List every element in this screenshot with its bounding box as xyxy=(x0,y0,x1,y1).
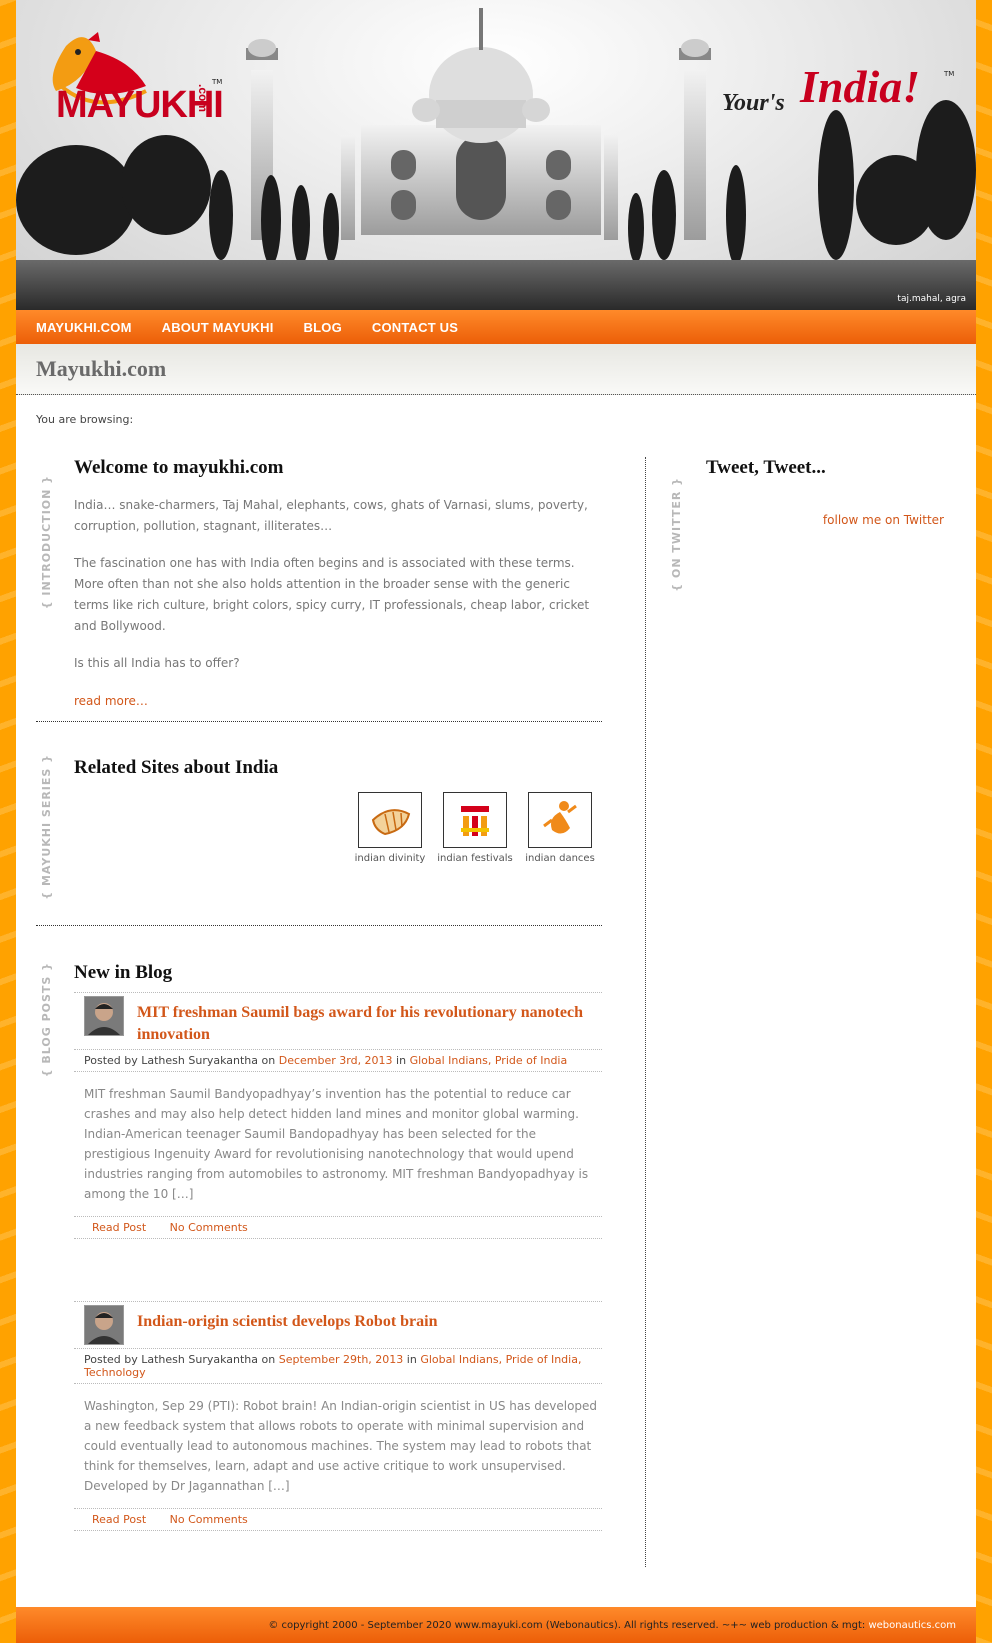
main-column: { INTRODUCTION } Welcome to mayukhi.com … xyxy=(36,457,602,1531)
twitter-vertical-label: { ON TWITTER } xyxy=(670,477,683,592)
logo-suffix: .com xyxy=(196,84,210,113)
background-swirl-right xyxy=(976,0,992,1643)
tagline-small: Your's xyxy=(722,90,785,116)
post-title-link[interactable]: MIT freshman Saumil bags award for his r… xyxy=(137,1002,602,1046)
background-swirl-left xyxy=(0,0,16,1643)
header-banner: MAYUKHI .com TM Your's India! TM taj.mah… xyxy=(16,0,976,310)
title-bar: Mayukhi.com xyxy=(16,344,976,395)
post-actions: Read Post No Comments xyxy=(74,1216,602,1239)
related-site-label: indian festivals xyxy=(437,853,513,864)
post-date-link[interactable]: September 29th, 2013 xyxy=(279,1353,404,1366)
footer-text: © copyright 2000 - September 2020 www.ma… xyxy=(268,1620,956,1631)
intro-heading: Welcome to mayukhi.com xyxy=(74,457,284,478)
tagline: Your's India! TM xyxy=(722,60,962,130)
twitter-heading: Tweet, Tweet... xyxy=(706,457,826,478)
post-meta: Posted by Lathesh Suryakantha on Septemb… xyxy=(74,1349,602,1384)
blog-post: Indian-origin scientist develops Robot b… xyxy=(74,1301,602,1531)
post-excerpt: Washington, Sep 29 (PTI): Robot brain! A… xyxy=(84,1399,598,1493)
mayukhi-logo[interactable]: MAYUKHI .com TM xyxy=(36,26,236,136)
dancer-icon[interactable] xyxy=(528,792,592,848)
nav-item-home[interactable]: MAYUKHI.COM xyxy=(36,320,132,335)
main-nav: MAYUKHI.COM ABOUT MAYUKHI BLOG CONTACT U… xyxy=(16,310,976,344)
related-site-divinity[interactable]: indian divinity xyxy=(348,792,432,864)
conch-icon[interactable] xyxy=(358,792,422,848)
intro-section: { INTRODUCTION } Welcome to mayukhi.com … xyxy=(36,457,602,721)
read-post-link[interactable]: Read Post xyxy=(92,1221,146,1234)
twitter-section: { ON TWITTER } Tweet, Tweet... follow me… xyxy=(666,457,956,592)
blog-vertical-label: { BLOG POSTS } xyxy=(40,962,53,1078)
tagline-big: India! xyxy=(800,61,921,112)
post-author: Posted by Lathesh Suryakantha on xyxy=(84,1054,279,1067)
follow-twitter-link[interactable]: follow me on Twitter xyxy=(823,513,944,527)
nav-item-about[interactable]: ABOUT MAYUKHI xyxy=(162,320,274,335)
intro-paragraph-2: The fascination one has with India often… xyxy=(74,556,590,633)
related-sites-list: indian divinity indian festivals indian … xyxy=(347,792,602,864)
tagline-tm: TM xyxy=(944,70,955,78)
post-header: MIT freshman Saumil bags award for his r… xyxy=(74,992,602,1050)
comments-link[interactable]: No Comments xyxy=(170,1221,248,1234)
related-site-label: indian dances xyxy=(525,853,595,864)
post-categories-link[interactable]: Global Indians, Pride of India xyxy=(410,1054,568,1067)
sidebar: { ON TWITTER } Tweet, Tweet... follow me… xyxy=(666,457,956,592)
nav-item-contact[interactable]: CONTACT US xyxy=(372,320,458,335)
post-in: in xyxy=(392,1054,410,1067)
nav-item-blog[interactable]: BLOG xyxy=(304,320,342,335)
post-actions: Read Post No Comments xyxy=(74,1508,602,1531)
image-caption: taj.mahal, agra xyxy=(897,294,966,304)
post-date-link[interactable]: December 3rd, 2013 xyxy=(279,1054,393,1067)
read-post-link[interactable]: Read Post xyxy=(92,1513,146,1526)
related-heading: Related Sites about India xyxy=(74,757,279,778)
footer: © copyright 2000 - September 2020 www.ma… xyxy=(16,1607,976,1643)
blog-heading: New in Blog xyxy=(74,962,173,983)
post-author: Posted by Lathesh Suryakantha on xyxy=(84,1353,279,1366)
copyright-text: © copyright 2000 - September 2020 www.ma… xyxy=(268,1620,869,1631)
related-section: { MAYUKHI SERIES } Related Sites about I… xyxy=(36,722,602,925)
breadcrumb: You are browsing: xyxy=(36,413,134,426)
post-header: Indian-origin scientist develops Robot b… xyxy=(74,1301,602,1349)
logo-tm: TM xyxy=(212,78,223,86)
post-in: in xyxy=(403,1353,421,1366)
related-site-label: indian divinity xyxy=(354,853,426,864)
post-title-link[interactable]: Indian-origin scientist develops Robot b… xyxy=(137,1311,437,1333)
intro-paragraph-3: Is this all India has to offer? xyxy=(74,656,240,670)
intro-paragraph-1: India… snake-charmers, Taj Mahal, elepha… xyxy=(74,498,588,533)
banner-ground xyxy=(16,260,976,310)
author-avatar xyxy=(84,1305,124,1345)
festival-icon[interactable] xyxy=(443,792,507,848)
comments-link[interactable]: No Comments xyxy=(170,1513,248,1526)
page-title: Mayukhi.com xyxy=(36,356,167,381)
related-site-dances[interactable]: indian dances xyxy=(518,792,602,864)
column-divider xyxy=(645,457,646,1567)
author-avatar xyxy=(84,996,124,1036)
page-container: MAYUKHI .com TM Your's India! TM taj.mah… xyxy=(16,0,976,1643)
blog-section: { BLOG POSTS } New in Blog MIT freshman … xyxy=(36,926,602,1531)
post-meta: Posted by Lathesh Suryakantha on Decembe… xyxy=(74,1050,602,1072)
intro-vertical-label: { INTRODUCTION } xyxy=(40,475,53,610)
webonautics-link[interactable]: webonautics.com xyxy=(868,1620,956,1631)
related-vertical-label: { MAYUKHI SERIES } xyxy=(40,754,53,900)
blog-post: MIT freshman Saumil bags award for his r… xyxy=(74,992,602,1239)
post-excerpt: MIT freshman Saumil Bandyopadhyay’s inve… xyxy=(84,1087,589,1201)
read-more-link[interactable]: read more… xyxy=(74,694,148,708)
related-site-festivals[interactable]: indian festivals xyxy=(433,792,517,864)
